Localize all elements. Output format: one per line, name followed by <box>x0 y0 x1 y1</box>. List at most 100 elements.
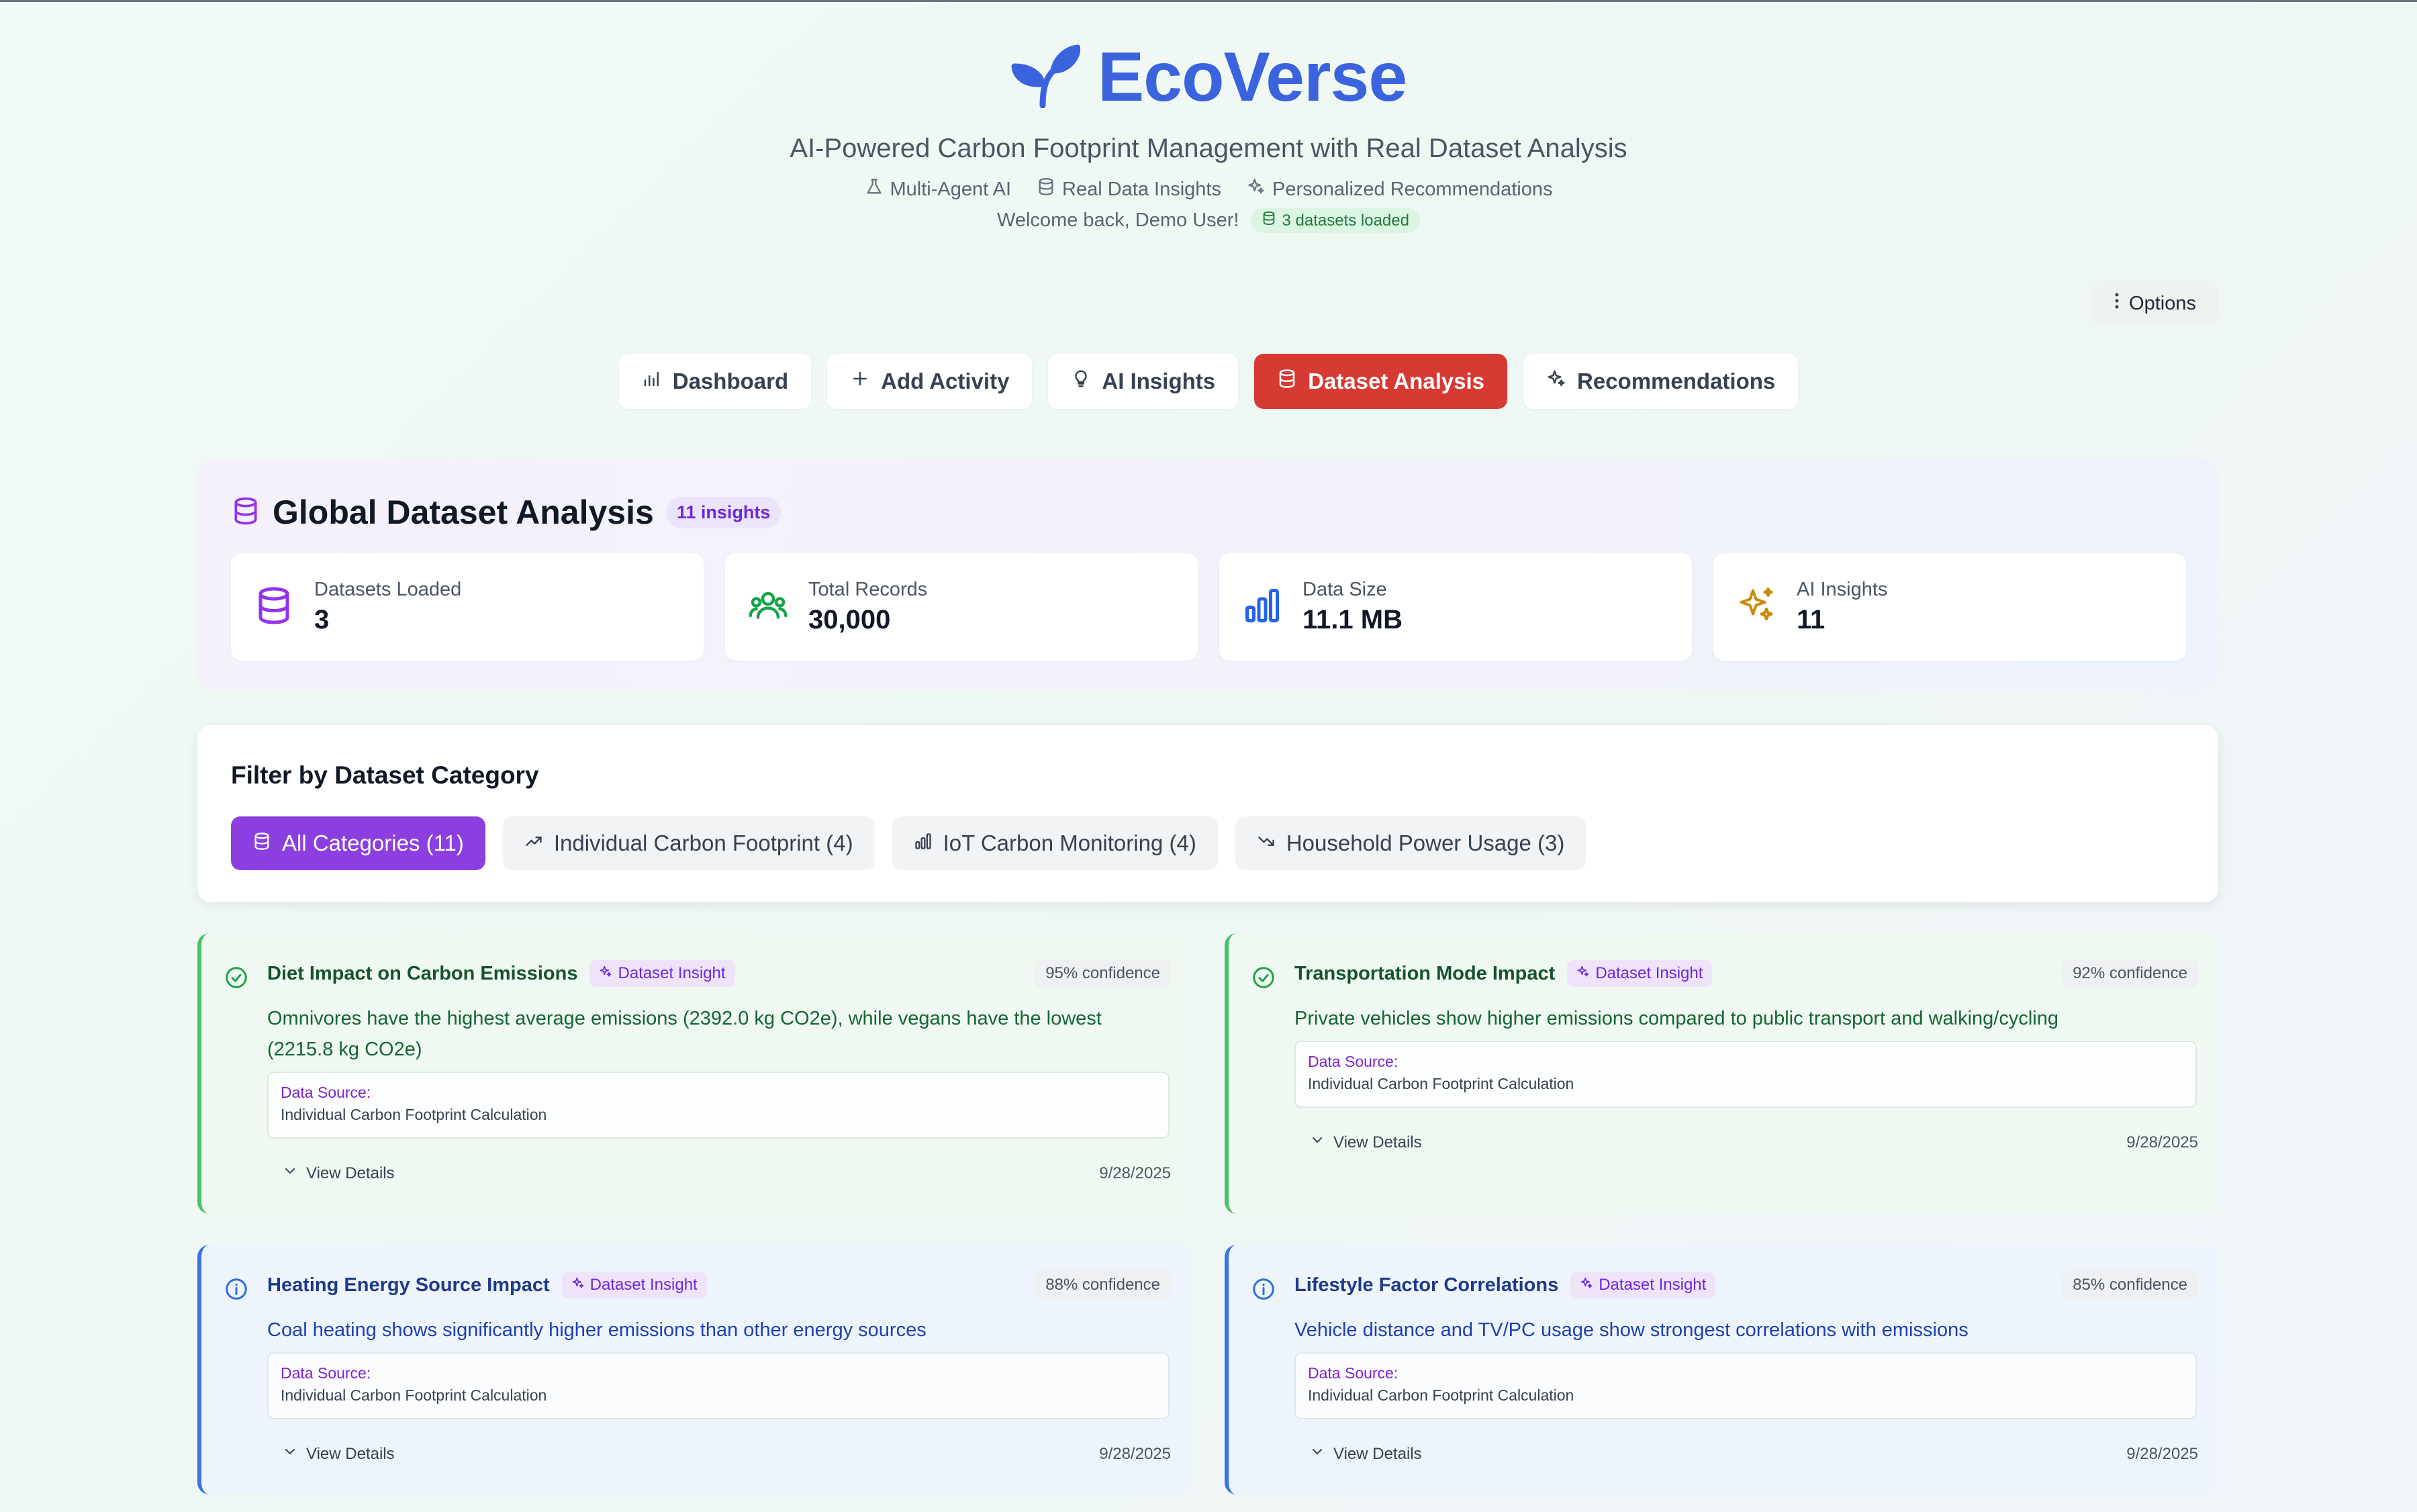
filter-household-power-usage[interactable]: Household Power Usage (3) <box>1235 816 1586 870</box>
stat-data-size: Data Size 11.1 MB <box>1219 553 1692 661</box>
tab-label: Dashboard <box>672 369 789 393</box>
insight-header: Lifestyle Factor Correlations Dataset In… <box>1294 1272 1716 1298</box>
view-details-label: View Details <box>306 1444 395 1463</box>
bar-chart-icon <box>1242 585 1282 629</box>
database-icon <box>231 496 260 529</box>
global-analysis-title: Global Dataset Analysis <box>273 493 654 531</box>
insight-card-diet-impact: Diet Impact on Carbon Emissions Dataset … <box>197 933 1191 1214</box>
insight-title: Diet Impact on Carbon Emissions <box>267 962 578 984</box>
filter-iot-carbon-monitoring[interactable]: IoT Carbon Monitoring (4) <box>892 816 1218 870</box>
bar-chart-icon <box>642 369 662 394</box>
global-analysis-header: Global Dataset Analysis 11 insights <box>231 493 781 532</box>
users-icon <box>748 585 788 629</box>
insight-description: Coal heating shows significantly higher … <box>267 1319 927 1341</box>
insight-date: 9/28/2025 <box>1099 1164 1171 1182</box>
insight-header: Heating Energy Source Impact Dataset Ins… <box>267 1272 707 1298</box>
data-source-label: Data Source: <box>281 1364 371 1382</box>
sprout-icon <box>1010 44 1081 111</box>
stat-value: 30,000 <box>808 605 891 634</box>
data-source-value: Individual Carbon Footprint Calculation <box>1308 1386 1574 1404</box>
data-source-label: Data Source: <box>281 1084 371 1101</box>
more-vertical-icon <box>2114 292 2120 315</box>
badge-label: 3 datasets loaded <box>1282 211 1409 230</box>
filter-chips: All Categories (11) Individual Carbon Fo… <box>231 816 1586 870</box>
chevron-down-icon <box>282 1163 298 1184</box>
insight-title: Transportation Mode Impact <box>1294 962 1556 984</box>
insight-header: Transportation Mode Impact Dataset Insig… <box>1294 960 1713 987</box>
confidence-badge: 95% confidence <box>1035 959 1171 988</box>
stat-value: 3 <box>314 605 330 634</box>
view-details-button[interactable]: View Details <box>282 1444 395 1464</box>
stat-label: Total Records <box>808 579 928 600</box>
stat-total-records: Total Records 30,000 <box>725 553 1198 661</box>
chip-label: IoT Carbon Monitoring (4) <box>943 831 1196 855</box>
global-analysis-card: Global Dataset Analysis 11 insights Data… <box>197 458 2218 690</box>
data-source-value: Individual Carbon Footprint Calculation <box>281 1106 547 1123</box>
insight-description: Omnivores have the highest average emiss… <box>267 1008 1102 1060</box>
view-details-button[interactable]: View Details <box>1309 1444 1422 1464</box>
insight-date: 9/28/2025 <box>1099 1445 1171 1463</box>
filter-all-categories[interactable]: All Categories (11) <box>231 816 485 870</box>
welcome-text: Welcome back, Demo User! <box>997 209 1239 231</box>
dataset-insight-badge: Dataset Insight <box>561 1272 707 1298</box>
view-details-label: View Details <box>306 1164 395 1182</box>
chevron-down-icon <box>282 1444 298 1464</box>
filter-card: Filter by Dataset Category All Categorie… <box>197 725 2218 902</box>
datasets-loaded-badge: 3 datasets loaded <box>1251 208 1420 233</box>
trending-down-icon <box>1257 831 1276 856</box>
view-details-button[interactable]: View Details <box>282 1163 395 1184</box>
badge-label: Dataset Insight <box>1595 964 1703 982</box>
filter-individual-carbon-footprint[interactable]: Individual Carbon Footprint (4) <box>502 816 875 870</box>
welcome-row: Welcome back, Demo User! 3 datasets load… <box>0 208 2417 233</box>
trending-up-icon <box>524 831 543 856</box>
tab-label: Dataset Analysis <box>1308 369 1485 393</box>
confidence-badge: 88% confidence <box>1035 1270 1171 1300</box>
database-icon <box>1277 369 1297 394</box>
tab-dataset-analysis[interactable]: Dataset Analysis <box>1254 354 1508 409</box>
chevron-down-icon <box>1309 1132 1325 1153</box>
options-label: Options <box>2129 292 2196 314</box>
stats-row: Datasets Loaded 3 Total Records 30,000 D… <box>231 553 2186 661</box>
view-details-label: View Details <box>1333 1444 1422 1463</box>
dataset-insight-badge: Dataset Insight <box>589 960 735 987</box>
main-tabs: Dashboard Add Activity AI Insights Datas… <box>0 354 2417 409</box>
insight-date: 9/28/2025 <box>2126 1445 2198 1463</box>
plus-icon <box>850 369 870 394</box>
database-icon <box>1262 211 1276 230</box>
sparkles-icon <box>1580 1276 1593 1294</box>
sparkles-icon <box>599 964 612 983</box>
chip-label: Household Power Usage (3) <box>1286 831 1565 855</box>
stat-value: 11.1 MB <box>1302 605 1403 634</box>
brand-title: EcoVerse <box>1097 38 1407 116</box>
chip-label: Individual Carbon Footprint (4) <box>553 831 853 855</box>
tab-ai-insights[interactable]: AI Insights <box>1048 354 1239 409</box>
feature-label: Personalized Recommendations <box>1272 178 1553 200</box>
tab-label: Add Activity <box>881 369 1010 393</box>
feature-real-data: Real Data Insights <box>1037 177 1221 201</box>
data-source-box: Data Source: Individual Carbon Footprint… <box>1294 1041 2197 1108</box>
data-source-box: Data Source: Individual Carbon Footprint… <box>267 1352 1170 1419</box>
view-details-button[interactable]: View Details <box>1309 1132 1422 1153</box>
chevron-down-icon <box>1309 1444 1325 1464</box>
stat-ai-insights: AI Insights 11 <box>1713 553 2186 661</box>
top-border <box>0 0 2417 2</box>
insight-card-heating-energy: Heating Energy Source Impact Dataset Ins… <box>197 1245 1191 1495</box>
data-source-label: Data Source: <box>1308 1053 1399 1070</box>
app-header: EcoVerse AI-Powered Carbon Footprint Man… <box>0 37 2417 233</box>
options-button[interactable]: Options <box>2092 281 2218 326</box>
sparkles-icon <box>1546 369 1566 394</box>
brand: EcoVerse <box>0 37 2417 117</box>
info-circle-icon <box>1251 1277 1276 1305</box>
check-circle-icon <box>224 965 248 993</box>
badge-label: Dataset Insight <box>589 1276 698 1294</box>
sparkles-icon <box>1736 585 1776 629</box>
confidence-badge: 92% confidence <box>2062 959 2198 988</box>
insight-header: Diet Impact on Carbon Emissions Dataset … <box>267 960 735 987</box>
tab-dashboard[interactable]: Dashboard <box>618 354 812 409</box>
dataset-insight-badge: Dataset Insight <box>1567 960 1713 987</box>
tab-add-activity[interactable]: Add Activity <box>827 354 1033 409</box>
database-icon <box>252 831 271 856</box>
tab-recommendations[interactable]: Recommendations <box>1523 354 1799 409</box>
data-source-label: Data Source: <box>1308 1364 1399 1382</box>
chip-label: All Categories (11) <box>282 831 464 855</box>
